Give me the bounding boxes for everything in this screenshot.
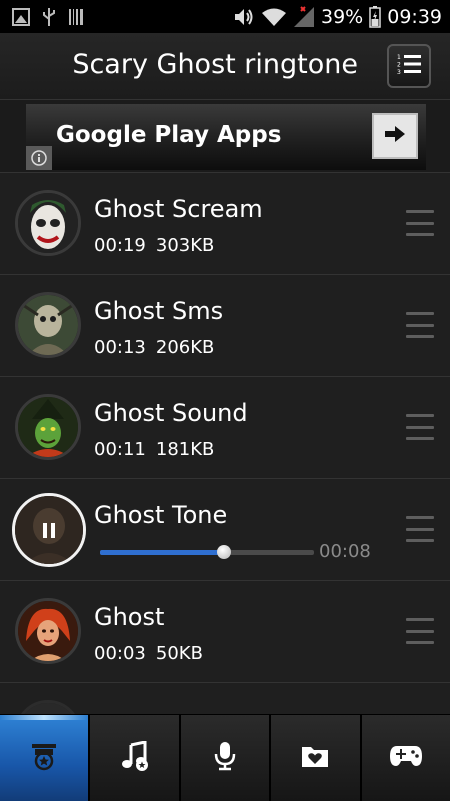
list-item[interactable] bbox=[0, 683, 450, 715]
ringtone-badge-icon bbox=[29, 741, 59, 775]
app-title: Scary Ghost ringtone bbox=[72, 49, 358, 80]
tab-games[interactable] bbox=[362, 715, 450, 801]
elapsed-time: 00:08 bbox=[319, 541, 371, 562]
microphone-icon bbox=[213, 741, 237, 775]
menu-handle-icon[interactable] bbox=[406, 414, 434, 440]
ad-banner[interactable]: Google Play Apps bbox=[26, 104, 426, 170]
bottom-nav bbox=[0, 714, 450, 801]
wifi-icon bbox=[261, 7, 287, 27]
ringtone-size: 50KB bbox=[155, 643, 203, 664]
ringtone-meta: 00:13 206KB bbox=[94, 337, 214, 358]
ringtone-size: 206KB bbox=[155, 337, 215, 358]
screenshot-icon bbox=[12, 7, 30, 26]
menu-handle-icon[interactable] bbox=[406, 210, 434, 236]
clock: 09:39 bbox=[387, 5, 442, 28]
ringtone-name: Ghost Sms bbox=[94, 297, 224, 325]
ringtone-list[interactable]: Ghost Scream 00:19 303KB Ghost Sms 00:13 2… bbox=[0, 172, 450, 715]
usb-icon bbox=[42, 7, 56, 27]
info-icon[interactable] bbox=[26, 146, 52, 170]
svg-text:1: 1 bbox=[397, 54, 401, 61]
ringtone-duration: 00:13 bbox=[94, 337, 146, 358]
battery-icon bbox=[369, 5, 381, 28]
ringtone-name: Ghost Sound bbox=[94, 399, 248, 427]
tab-music[interactable] bbox=[90, 715, 181, 801]
favorite-folder-icon bbox=[300, 743, 330, 773]
svg-text:3: 3 bbox=[397, 69, 401, 76]
playback-progress-fill bbox=[100, 550, 225, 555]
numbered-list-icon: 1 2 3 bbox=[396, 52, 422, 80]
ad-text: Google Play Apps bbox=[56, 122, 282, 148]
vibrate-icon bbox=[233, 7, 255, 27]
signal-icon bbox=[293, 5, 315, 28]
ringtone-meta: 00:11 181KB bbox=[94, 439, 214, 460]
list-item[interactable]: Ghost Tone 00:08 bbox=[0, 479, 450, 581]
menu-handle-icon[interactable] bbox=[406, 618, 434, 644]
thumbnail-image bbox=[15, 700, 81, 715]
menu-handle-icon[interactable] bbox=[406, 312, 434, 338]
list-item[interactable]: Ghost 00:03 50KB bbox=[0, 581, 450, 683]
svg-text:2: 2 bbox=[397, 62, 401, 69]
ringtone-meta: 00:03 50KB bbox=[94, 643, 203, 664]
ringtone-duration: 00:03 bbox=[94, 643, 146, 664]
ad-arrow-button[interactable] bbox=[372, 113, 418, 159]
tab-ringtones[interactable] bbox=[0, 715, 91, 801]
ringtone-size: 303KB bbox=[155, 235, 215, 256]
thumbnail-image bbox=[15, 598, 81, 664]
gamepad-icon bbox=[389, 744, 423, 772]
ringtone-name: Ghost bbox=[94, 603, 165, 631]
menu-handle-icon[interactable] bbox=[406, 516, 434, 542]
playback-progress-bar[interactable] bbox=[100, 545, 314, 559]
arrow-right-icon bbox=[383, 124, 407, 148]
ringtone-duration: 00:19 bbox=[94, 235, 146, 256]
status-bar: 39% 09:39 bbox=[0, 0, 450, 33]
playback-progress-knob[interactable] bbox=[217, 545, 232, 559]
list-item[interactable]: Ghost Sound 00:11 181KB bbox=[0, 377, 450, 479]
ringtone-size: 181KB bbox=[155, 439, 215, 460]
pause-icon[interactable] bbox=[15, 496, 83, 564]
thumbnail-image bbox=[15, 292, 81, 358]
list-item[interactable]: Ghost Scream 00:19 303KB bbox=[0, 173, 450, 275]
thumbnail-image bbox=[15, 190, 81, 256]
ringtone-meta: 00:19 303KB bbox=[94, 235, 214, 256]
ringtone-name: Ghost Tone bbox=[94, 501, 228, 529]
music-notes-icon bbox=[119, 740, 151, 775]
thumbnail-image bbox=[15, 394, 81, 460]
list-view-button[interactable]: 1 2 3 bbox=[387, 44, 431, 88]
tab-record[interactable] bbox=[181, 715, 272, 801]
list-item[interactable]: Ghost Sms 00:13 206KB bbox=[0, 275, 450, 377]
title-bar: Scary Ghost ringtone 1 2 3 bbox=[0, 33, 450, 100]
battery-percent: 39% bbox=[321, 5, 364, 28]
ringtone-duration: 00:11 bbox=[94, 439, 146, 460]
ringtone-name: Ghost Scream bbox=[94, 195, 263, 223]
barcode-icon bbox=[68, 8, 84, 26]
thumbnail-image[interactable] bbox=[12, 493, 86, 567]
tab-favorites[interactable] bbox=[271, 715, 362, 801]
